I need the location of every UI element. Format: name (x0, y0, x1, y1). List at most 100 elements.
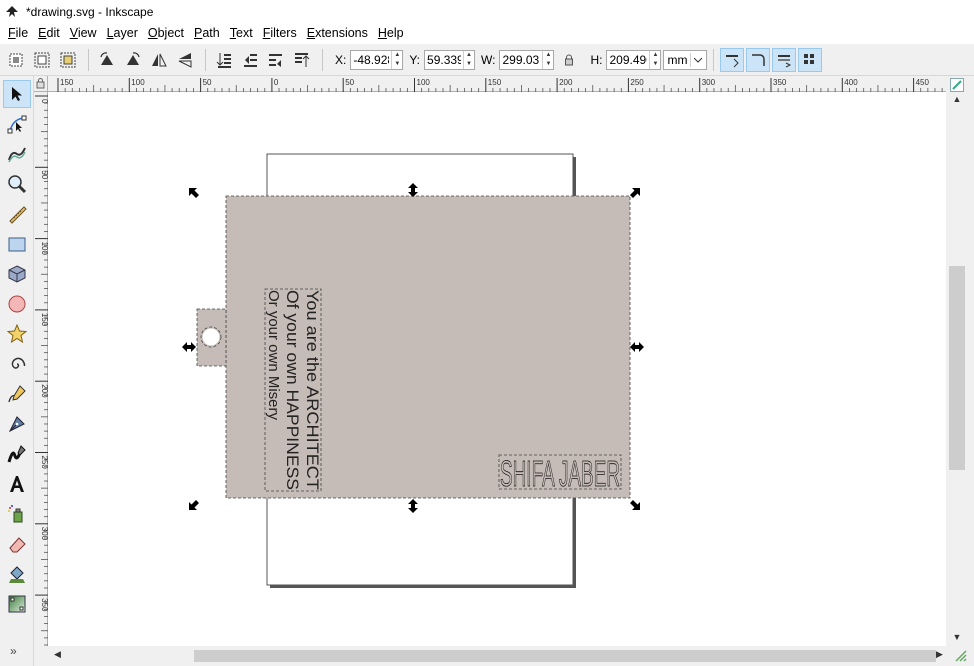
flip-horizontal-icon[interactable] (147, 48, 171, 72)
color-manage-icon[interactable] (950, 78, 964, 92)
rectangle-tool[interactable] (3, 230, 31, 258)
tab-hole[interactable] (202, 328, 220, 346)
vertical-scroll-thumb[interactable] (949, 266, 965, 470)
ruler-label: 100 (131, 78, 145, 87)
node-icon (7, 115, 27, 134)
calligraphy-tool[interactable] (3, 440, 31, 468)
scale-corners-toggle[interactable] (746, 47, 771, 72)
quote-line-1[interactable]: You are the ARCHITECT (303, 290, 321, 490)
unit-dropdown[interactable]: mm (663, 49, 708, 70)
text-tool[interactable] (3, 470, 31, 498)
tool-controls-bar: X: ▲▼ Y: ▲▼ W: ▲▼ H: ▲▼ mm (0, 44, 974, 76)
guide-lock-icon[interactable] (34, 76, 48, 92)
select-all-layers-icon[interactable] (30, 48, 54, 72)
vertical-ruler[interactable]: 050100150200250300350 (34, 92, 49, 646)
resize-grip-icon[interactable] (954, 649, 968, 663)
eraser-tool[interactable] (3, 530, 31, 558)
horizontal-scrollbar[interactable]: ◀ ▶ (48, 646, 974, 666)
menu-view[interactable]: View (65, 23, 102, 44)
scroll-left-icon[interactable]: ◀ (54, 649, 61, 660)
h-input[interactable] (607, 50, 650, 69)
signature-text[interactable]: SHIFA JABER (500, 453, 621, 495)
ruler-label: 150 (60, 78, 74, 87)
quote-line-3[interactable]: Or your own Misery (265, 290, 282, 420)
selector-tool[interactable] (3, 80, 31, 108)
y-spinbox[interactable]: ▲▼ (424, 49, 476, 70)
raise-to-top-icon[interactable] (212, 48, 236, 72)
scale-handle-right[interactable] (630, 342, 644, 352)
measure-tool[interactable] (3, 200, 31, 228)
y-label: Y: (409, 52, 421, 67)
x-spinbox[interactable]: ▲▼ (350, 49, 404, 70)
raise-icon[interactable] (238, 48, 262, 72)
scroll-right-icon[interactable]: ▶ (936, 649, 943, 660)
lower-icon[interactable] (264, 48, 288, 72)
scale-handle-top-left[interactable] (189, 188, 199, 198)
w-input[interactable] (500, 50, 543, 69)
zoom-icon (8, 175, 27, 194)
node-tool[interactable] (3, 110, 31, 138)
menu-extensions[interactable]: Extensions (302, 23, 373, 44)
menu-file[interactable]: File (3, 23, 33, 44)
zoom-tool[interactable] (3, 170, 31, 198)
ruler-label: 250 (630, 78, 644, 87)
rotate-cw-icon[interactable] (121, 48, 145, 72)
spray-icon (8, 505, 23, 523)
h-stepper[interactable]: ▲ ▼ (649, 50, 660, 69)
scale-handle-bottom-right[interactable] (630, 500, 640, 510)
ruler-label: 150 (40, 313, 48, 327)
spray-tool[interactable] (3, 500, 31, 528)
pencil-tool[interactable] (3, 380, 31, 408)
unit-value: mm (667, 52, 688, 67)
paint-bucket-icon (9, 566, 25, 583)
scroll-down-icon[interactable]: ▼ (949, 632, 965, 644)
pen-tool[interactable] (3, 410, 31, 438)
x-input[interactable] (351, 50, 392, 69)
quote-line-2[interactable]: Of your own HAPPINESS (283, 290, 301, 490)
x-stepper[interactable]: ▲ ▼ (391, 50, 402, 69)
vertical-scrollbar[interactable]: ▲ ▼ (946, 76, 974, 646)
menu-object[interactable]: Object (143, 23, 189, 44)
ruler-label: 50 (345, 78, 354, 87)
menu-help[interactable]: Help (373, 23, 409, 44)
rotate-ccw-icon[interactable] (95, 48, 119, 72)
transform-gradients-toggle[interactable] (772, 47, 797, 72)
w-spinbox[interactable]: ▲▼ (499, 49, 555, 70)
paint-bucket-tool[interactable] (3, 560, 31, 588)
flip-vertical-icon[interactable] (173, 48, 197, 72)
menu-edit[interactable]: Edit (33, 23, 65, 44)
horizontal-ruler[interactable]: 150 100 50 0 50 100 150 200 250 300 350 400 450 (48, 76, 946, 92)
menu-filters[interactable]: Filters (258, 23, 302, 44)
y-input[interactable] (425, 50, 464, 69)
ellipse-tool[interactable] (3, 290, 31, 318)
menu-path[interactable]: Path (189, 23, 225, 44)
h-spinbox[interactable]: ▲▼ (606, 49, 662, 70)
lower-to-bottom-icon[interactable] (290, 48, 314, 72)
ruler-label: 250 (40, 456, 48, 470)
scale-handle-top-right[interactable] (630, 188, 640, 198)
deselect-icon[interactable] (56, 48, 80, 72)
star-tool[interactable] (3, 320, 31, 348)
ruler-label: 200 (40, 384, 48, 398)
scale-stroke-toggle[interactable] (720, 47, 745, 72)
menu-text[interactable]: Text (225, 23, 258, 44)
scroll-up-icon[interactable]: ▲ (949, 94, 965, 106)
tweak-tool[interactable] (3, 140, 31, 168)
scale-handle-bottom-left[interactable] (189, 500, 199, 510)
lock-ratio-icon[interactable] (562, 52, 576, 68)
gradient-tool[interactable] (3, 590, 31, 618)
scale-handle-left[interactable] (182, 342, 196, 352)
pencil-icon (8, 385, 26, 403)
horizontal-scroll-thumb[interactable] (194, 650, 936, 662)
w-stepper[interactable]: ▲ ▼ (542, 50, 553, 69)
eraser-icon (9, 537, 26, 553)
menu-layer[interactable]: Layer (102, 23, 143, 44)
drawing-canvas[interactable]: You are the ARCHITECT Of your own HAPPIN… (48, 92, 946, 646)
y-stepper[interactable]: ▲ ▼ (463, 50, 474, 69)
box3d-tool[interactable] (3, 260, 31, 288)
more-tools-icon[interactable]: » (10, 644, 17, 658)
ruler-label: 300 (702, 78, 716, 87)
select-all-icon[interactable] (4, 48, 28, 72)
transform-patterns-toggle[interactable] (798, 47, 823, 72)
spiral-tool[interactable] (3, 350, 31, 378)
